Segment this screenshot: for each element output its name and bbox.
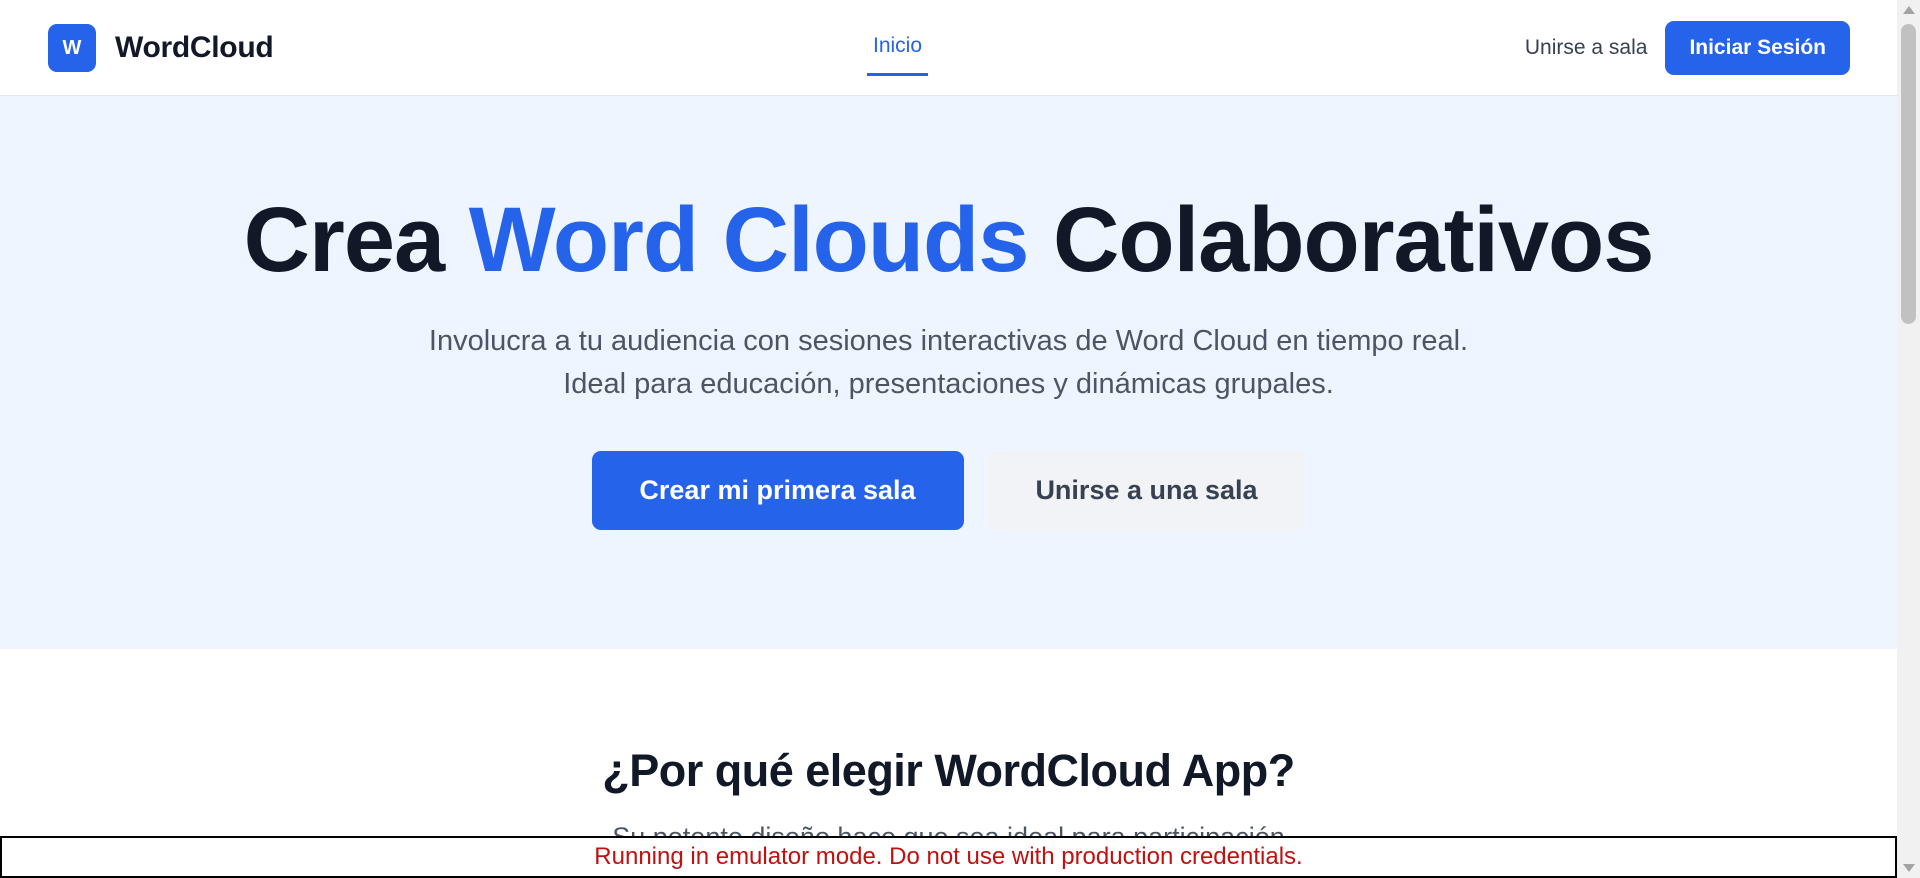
- join-room-link[interactable]: Unirse a sala: [1525, 36, 1648, 60]
- hero-subtitle-line2: Ideal para educación, presentaciones y d…: [563, 368, 1334, 400]
- create-room-button[interactable]: Crear mi primera sala: [591, 451, 964, 530]
- hero-actions: Crear mi primera sala Unirse a una sala: [0, 451, 1897, 530]
- page-scrollbar[interactable]: [1897, 0, 1920, 878]
- hero-subtitle: Involucra a tu audiencia con sesiones in…: [0, 320, 1897, 406]
- nav-link-inicio[interactable]: Inicio: [867, 0, 929, 76]
- brand[interactable]: W WordCloud: [48, 24, 274, 72]
- hero-section: Crea Word Clouds Colaborativos Involucra…: [0, 96, 1897, 649]
- hero-subtitle-line1: Involucra a tu audiencia con sesiones in…: [428, 325, 1469, 357]
- login-button[interactable]: Iniciar Sesión: [1665, 21, 1850, 75]
- main-nav: Inicio: [867, 0, 929, 96]
- features-title: ¿Por qué elegir WordCloud App?: [602, 745, 1295, 796]
- emulator-warning-banner: Running in emulator mode. Do not use wit…: [0, 836, 1897, 878]
- brand-name: WordCloud: [115, 31, 274, 64]
- join-room-button[interactable]: Unirse a una sala: [987, 451, 1306, 530]
- hero-title-part1: Crea: [243, 189, 469, 291]
- page-viewport: W WordCloud Inicio Unirse a sala Iniciar…: [0, 0, 1897, 878]
- brand-logo-icon: W: [48, 24, 96, 72]
- top-navbar: W WordCloud Inicio Unirse a sala Iniciar…: [0, 0, 1897, 96]
- hero-title-part2: Colaborativos: [1028, 189, 1654, 291]
- hero-title-accent: Word Clouds: [468, 189, 1030, 291]
- scroll-up-arrow-icon[interactable]: [1903, 6, 1915, 14]
- scrollbar-thumb[interactable]: [1901, 24, 1916, 324]
- scroll-down-arrow-icon[interactable]: [1903, 864, 1915, 872]
- hero-title: Crea Word Clouds Colaborativos: [0, 190, 1897, 290]
- nav-actions: Unirse a sala Iniciar Sesión: [1525, 21, 1850, 75]
